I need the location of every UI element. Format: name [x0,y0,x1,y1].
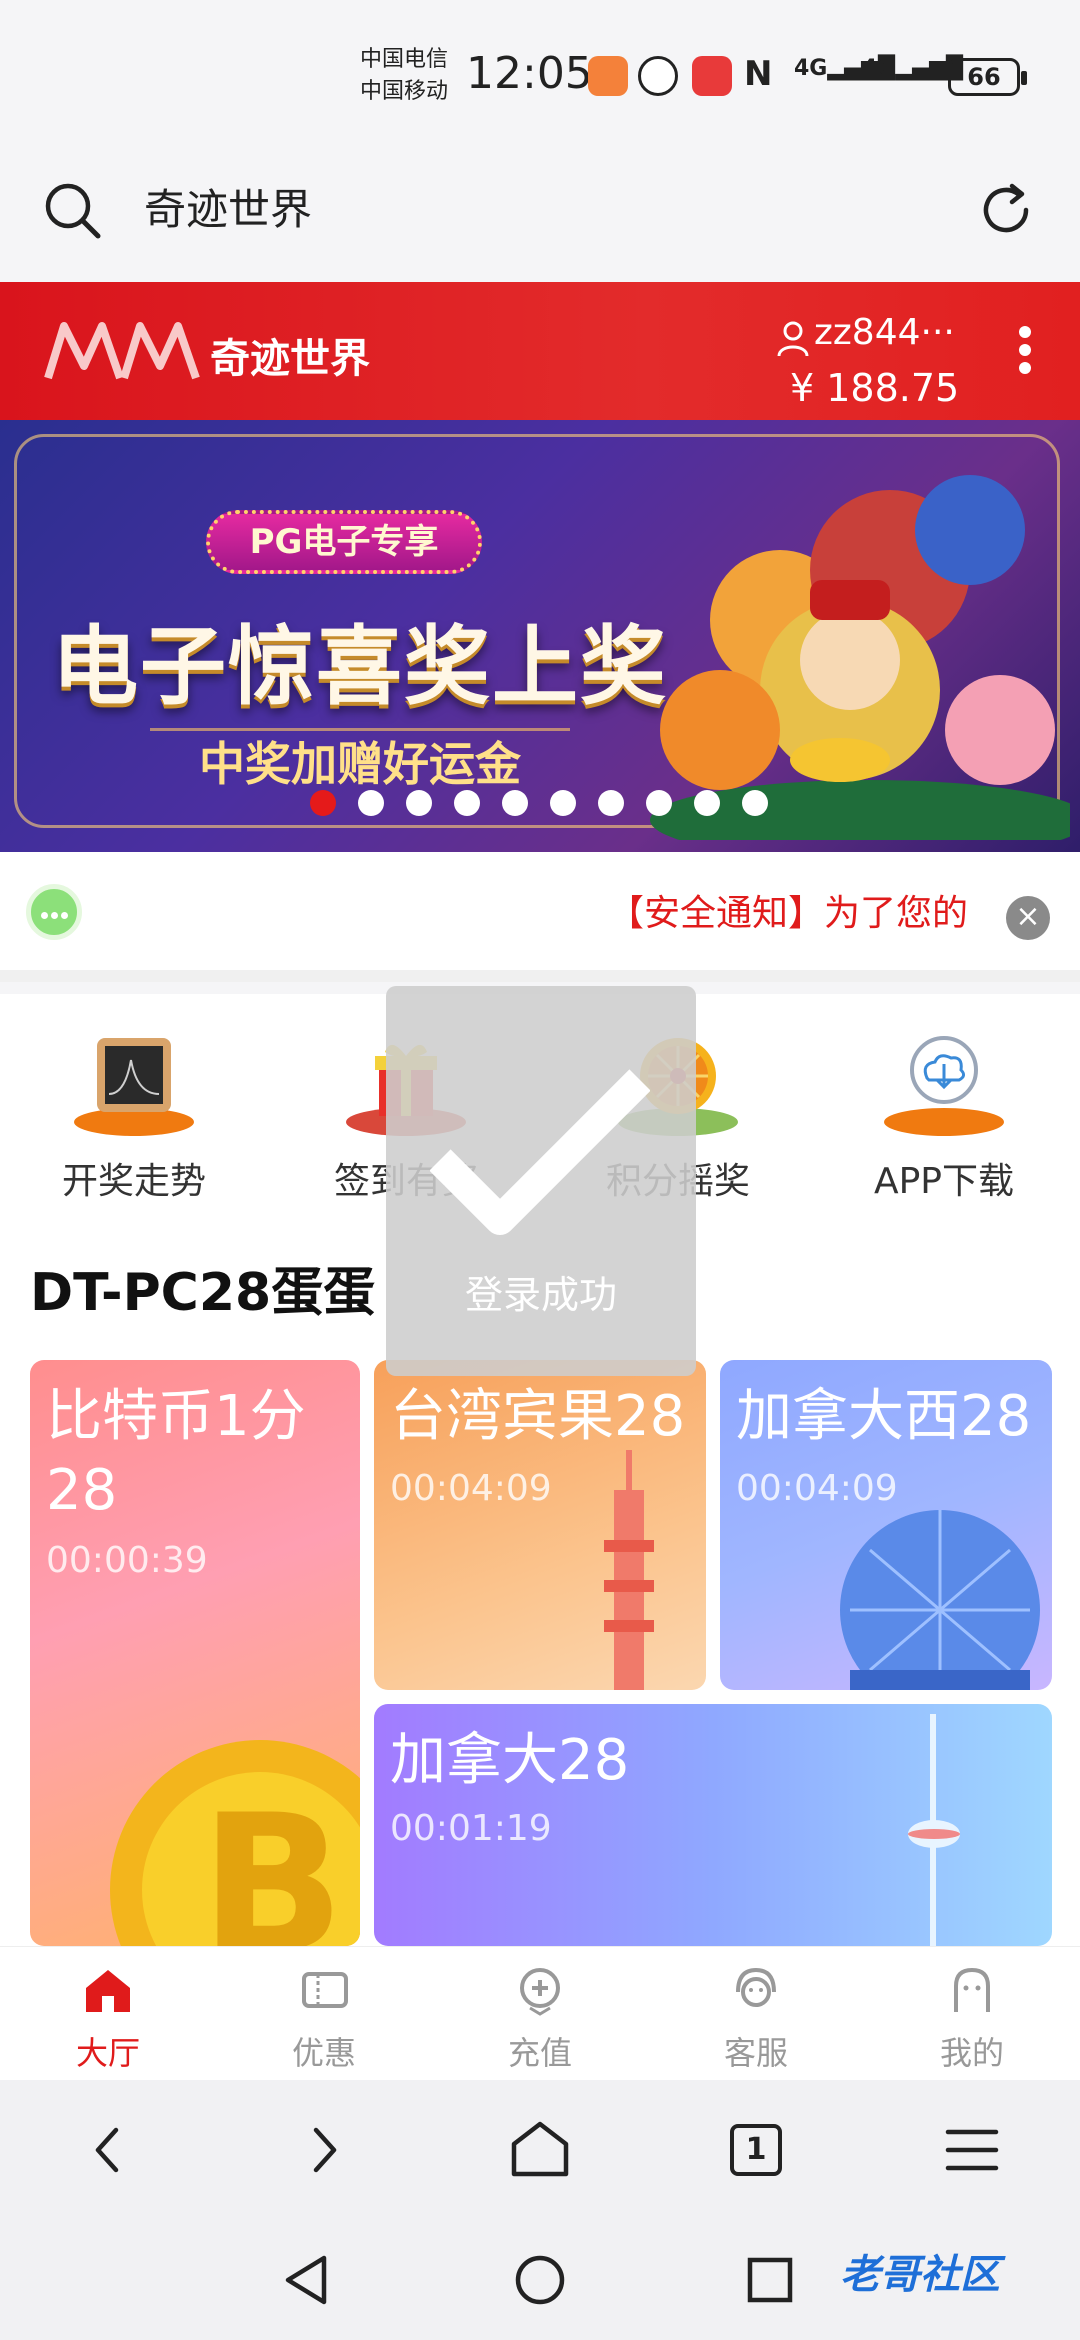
game-title: 台湾宾果28 [390,1384,686,1449]
game-title: 比特币1分 28 [46,1384,306,1523]
pagination-dot[interactable] [358,790,384,816]
status-time: 12:05 [466,48,593,99]
banner-title: 电子惊喜奖上奖 [52,617,668,717]
tab-profile[interactable]: 我的 [864,1962,1080,2074]
pagination-dot[interactable] [694,790,720,816]
back-icon[interactable] [70,2112,146,2188]
site-name: 奇迹世界 [210,336,370,382]
battery-icon: 66 [948,58,1027,96]
game-countdown: 00:01:19 [390,1808,552,1849]
cn-tower-illustration [908,1714,960,1946]
pagination-dot[interactable] [598,790,624,816]
tab-label: 大厅 [75,2034,140,2072]
pagination-dot-active[interactable] [310,790,336,816]
game-countdown: 00:00:39 [46,1540,208,1581]
carrier-2: 中国移动 [360,79,449,104]
qq-icon [638,56,678,96]
game-card-canada[interactable]: 加拿大28 00:01:19 [374,1704,1052,1946]
banner-subtitle: 中奖加赠好运金 [150,728,570,794]
balance: ¥ 188.75 [790,366,960,410]
tabs-button[interactable]: 1 [718,2112,794,2188]
tab-label: 我的 [939,2034,1004,2072]
quick-menu-label: APP下载 [873,1161,1015,1202]
banner-badge: PG电子专享 [206,510,482,574]
notification-badge-icon [692,56,732,96]
system-recents-icon[interactable] [738,2248,802,2312]
cloud-download-icon [884,1036,1004,1136]
tab-count: 1 [730,2124,782,2176]
carrier-info: 中国电信 中国移动 [360,44,448,108]
reload-icon[interactable] [976,180,1036,240]
tab-promotions[interactable]: 优惠 [216,1962,432,2074]
site-logo[interactable] [44,318,204,384]
quick-menu-app-download[interactable]: APP下载 [834,1030,1054,1204]
tab-label: 充值 [507,2034,572,2072]
notice-marquee[interactable]: 【安全通知】为了您的 [608,884,988,944]
more-menu-icon[interactable] [1010,320,1040,380]
game-countdown: 00:04:09 [390,1468,552,1509]
pagination-dot[interactable] [742,790,768,816]
app-notification-icon [588,56,628,96]
recharge-icon [520,1968,560,2016]
profile-icon [954,1967,990,2012]
game-title: 加拿大28 [390,1728,630,1793]
search-icon[interactable] [42,180,102,240]
taipei-tower-illustration [604,1450,654,1690]
quick-menu-label: 开奖走势 [61,1161,206,1202]
toast-message: 登录成功 [464,1273,617,1317]
game-card-bitcoin[interactable]: 比特币1分 28 00:00:39 B [30,1360,360,1946]
check-icon [430,1069,650,1235]
username[interactable]: zz844··· [814,312,955,353]
coupon-icon [302,1972,348,2008]
forward-icon[interactable] [286,2112,362,2188]
nfc-icon: N [744,54,773,94]
tab-support[interactable]: 客服 [648,1962,864,2074]
pagination-dot[interactable] [454,790,480,816]
section-title: DT-PC28蛋蛋 [30,1263,376,1323]
message-icon [26,884,82,940]
banner-characters-illustration [650,475,1070,840]
pagination-dot[interactable] [502,790,528,816]
tab-recharge[interactable]: 充值 [432,1962,648,2074]
user-icon [777,321,809,357]
pagination-dot[interactable] [646,790,672,816]
tab-lobby[interactable]: 大厅 [0,1962,216,2074]
bitcoin-coin-illustration: B [110,1740,360,1946]
address-text[interactable]: 奇迹世界 [144,180,312,240]
carrier-1: 中国电信 [360,47,449,72]
screen: 中国电信 中国移动 12:05 N 4G▂▄▆█ 4G▂▄▆█ 66 奇迹世界 … [0,0,1080,2340]
pagination-dot[interactable] [406,790,432,816]
quick-menu-trend[interactable]: 开奖走势 [24,1030,244,1204]
system-back-icon[interactable] [276,2248,340,2312]
home-nav-icon[interactable] [502,2112,578,2188]
game-card-taiwan-bingo[interactable]: 台湾宾果28 00:04:09 [374,1360,706,1690]
trend-chart-icon [74,1038,194,1136]
game-card-canada-west[interactable]: 加拿大西28 00:04:09 [720,1360,1052,1690]
home-icon [86,1970,130,2012]
close-icon[interactable]: × [1006,896,1050,940]
system-home-icon[interactable] [508,2248,572,2312]
svg-text:B: B [200,1774,345,1946]
menu-icon[interactable] [934,2112,1010,2188]
game-title: 加拿大西28 [736,1384,1032,1449]
tab-label: 优惠 [291,2034,356,2072]
watermark: 老哥社区 [840,2252,1000,2298]
customer-service-icon [736,1967,776,2007]
globe-dome-illustration [840,1510,1040,1690]
tab-label: 客服 [723,2034,788,2072]
banner-pagination [310,790,768,820]
pagination-dot[interactable] [550,790,576,816]
